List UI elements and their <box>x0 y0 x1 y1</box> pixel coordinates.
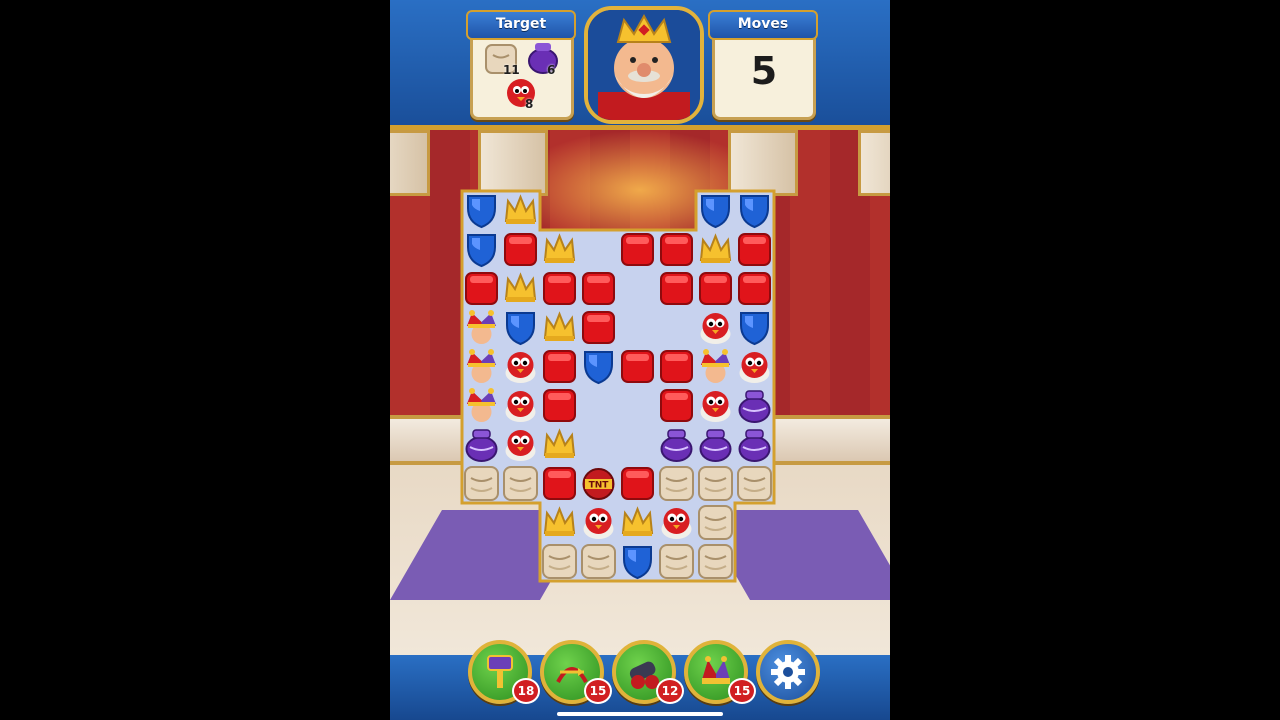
home-indicator[interactable] <box>557 712 723 716</box>
purple-pot-tile[interactable] <box>462 425 501 464</box>
tnt-bomb-tile[interactable]: TNT <box>579 464 618 503</box>
red-block-tile[interactable] <box>657 386 696 425</box>
blue-shield-tile[interactable] <box>618 542 657 581</box>
gold-crown-tile[interactable] <box>540 503 579 542</box>
sack-tile[interactable] <box>501 464 540 503</box>
board-cell <box>579 230 618 269</box>
purple-pot-tile[interactable] <box>735 386 774 425</box>
sack-tile[interactable] <box>696 503 735 542</box>
gold-crown-tile[interactable] <box>540 230 579 269</box>
blue-shield-tile[interactable] <box>462 230 501 269</box>
red-bird-tile[interactable] <box>696 308 735 347</box>
arrow-count: 15 <box>584 678 612 704</box>
gold-crown-tile[interactable] <box>501 269 540 308</box>
red-block-tile[interactable] <box>540 386 579 425</box>
red-block-tile[interactable] <box>657 230 696 269</box>
hammer-count: 18 <box>512 678 540 704</box>
gold-crown-tile[interactable] <box>501 191 540 230</box>
sack-tile[interactable] <box>657 542 696 581</box>
red-bird-tile[interactable] <box>501 347 540 386</box>
gear-icon <box>771 655 805 689</box>
sack-tile[interactable] <box>696 542 735 581</box>
settings-button[interactable] <box>756 640 820 704</box>
sack-tile[interactable] <box>579 542 618 581</box>
red-bird-tile[interactable] <box>501 386 540 425</box>
red-block-tile[interactable] <box>501 230 540 269</box>
red-block-tile[interactable] <box>618 464 657 503</box>
board-cell <box>618 269 657 308</box>
blue-shield-tile[interactable] <box>579 347 618 386</box>
red-block-tile[interactable] <box>618 230 657 269</box>
sack-tile[interactable] <box>462 464 501 503</box>
red-bird-tile[interactable] <box>579 503 618 542</box>
red-block-tile[interactable] <box>579 269 618 308</box>
sack-tile[interactable] <box>657 464 696 503</box>
red-block-tile[interactable] <box>735 269 774 308</box>
gold-crown-tile[interactable] <box>540 425 579 464</box>
red-block-tile[interactable] <box>540 347 579 386</box>
board-cell <box>579 386 618 425</box>
board-cell <box>618 308 657 347</box>
sack-tile[interactable] <box>540 542 579 581</box>
red-bird-tile[interactable] <box>735 347 774 386</box>
cannon-count: 12 <box>656 678 684 704</box>
red-block-tile[interactable] <box>696 269 735 308</box>
red-block-tile[interactable] <box>735 230 774 269</box>
red-block-tile[interactable] <box>657 269 696 308</box>
red-bird-tile[interactable] <box>696 386 735 425</box>
red-block-tile[interactable] <box>540 269 579 308</box>
board-cell <box>657 308 696 347</box>
red-block-tile[interactable] <box>579 308 618 347</box>
game-screen: 11 6 8 Target 5 Moves TNT 18 15 12 15 <box>390 0 890 720</box>
red-block-tile[interactable] <box>657 347 696 386</box>
blue-shield-tile[interactable] <box>696 191 735 230</box>
jester-tile[interactable] <box>462 386 501 425</box>
red-bird-tile[interactable] <box>657 503 696 542</box>
jester-hat-count: 15 <box>728 678 756 704</box>
board-cell <box>618 425 657 464</box>
red-block-tile[interactable] <box>618 347 657 386</box>
gold-crown-tile[interactable] <box>618 503 657 542</box>
gold-crown-tile[interactable] <box>540 308 579 347</box>
board-cell <box>618 386 657 425</box>
game-board: TNT <box>390 0 890 720</box>
blue-shield-tile[interactable] <box>462 191 501 230</box>
svg-text:TNT: TNT <box>589 481 610 491</box>
sack-tile[interactable] <box>696 464 735 503</box>
board-cell <box>579 425 618 464</box>
blue-shield-tile[interactable] <box>501 308 540 347</box>
jester-tile[interactable] <box>462 347 501 386</box>
purple-pot-tile[interactable] <box>735 425 774 464</box>
red-block-tile[interactable] <box>462 269 501 308</box>
blue-shield-tile[interactable] <box>735 308 774 347</box>
purple-pot-tile[interactable] <box>696 425 735 464</box>
blue-shield-tile[interactable] <box>735 191 774 230</box>
jester-tile[interactable] <box>696 347 735 386</box>
red-block-tile[interactable] <box>540 464 579 503</box>
sack-tile[interactable] <box>735 464 774 503</box>
red-bird-tile[interactable] <box>501 425 540 464</box>
jester-tile[interactable] <box>462 308 501 347</box>
gold-crown-tile[interactable] <box>696 230 735 269</box>
purple-pot-tile[interactable] <box>657 425 696 464</box>
